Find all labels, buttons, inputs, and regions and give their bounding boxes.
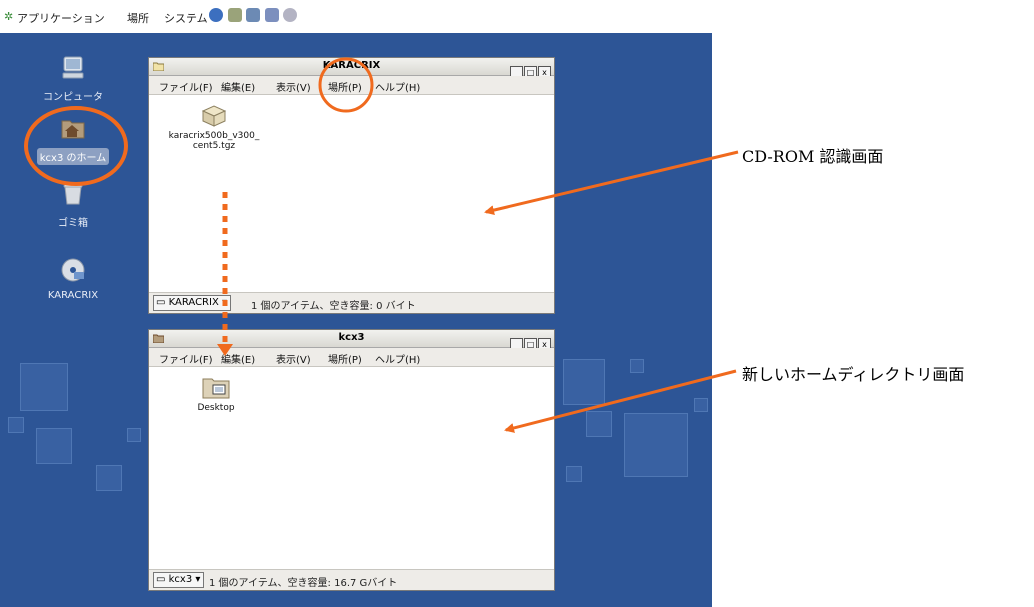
arrow-to-window2 (504, 369, 737, 433)
annotation-cdrom: CD-ROM 認識画面 (742, 147, 884, 166)
highlight-circle (318, 57, 374, 113)
annotation-overlay (24, 57, 739, 433)
highlight-circle (24, 106, 128, 186)
annotation-home: 新しいホームディレクトリ画面 (742, 365, 965, 384)
arrow-to-window1 (484, 150, 739, 216)
drag-arrowhead (217, 344, 233, 356)
